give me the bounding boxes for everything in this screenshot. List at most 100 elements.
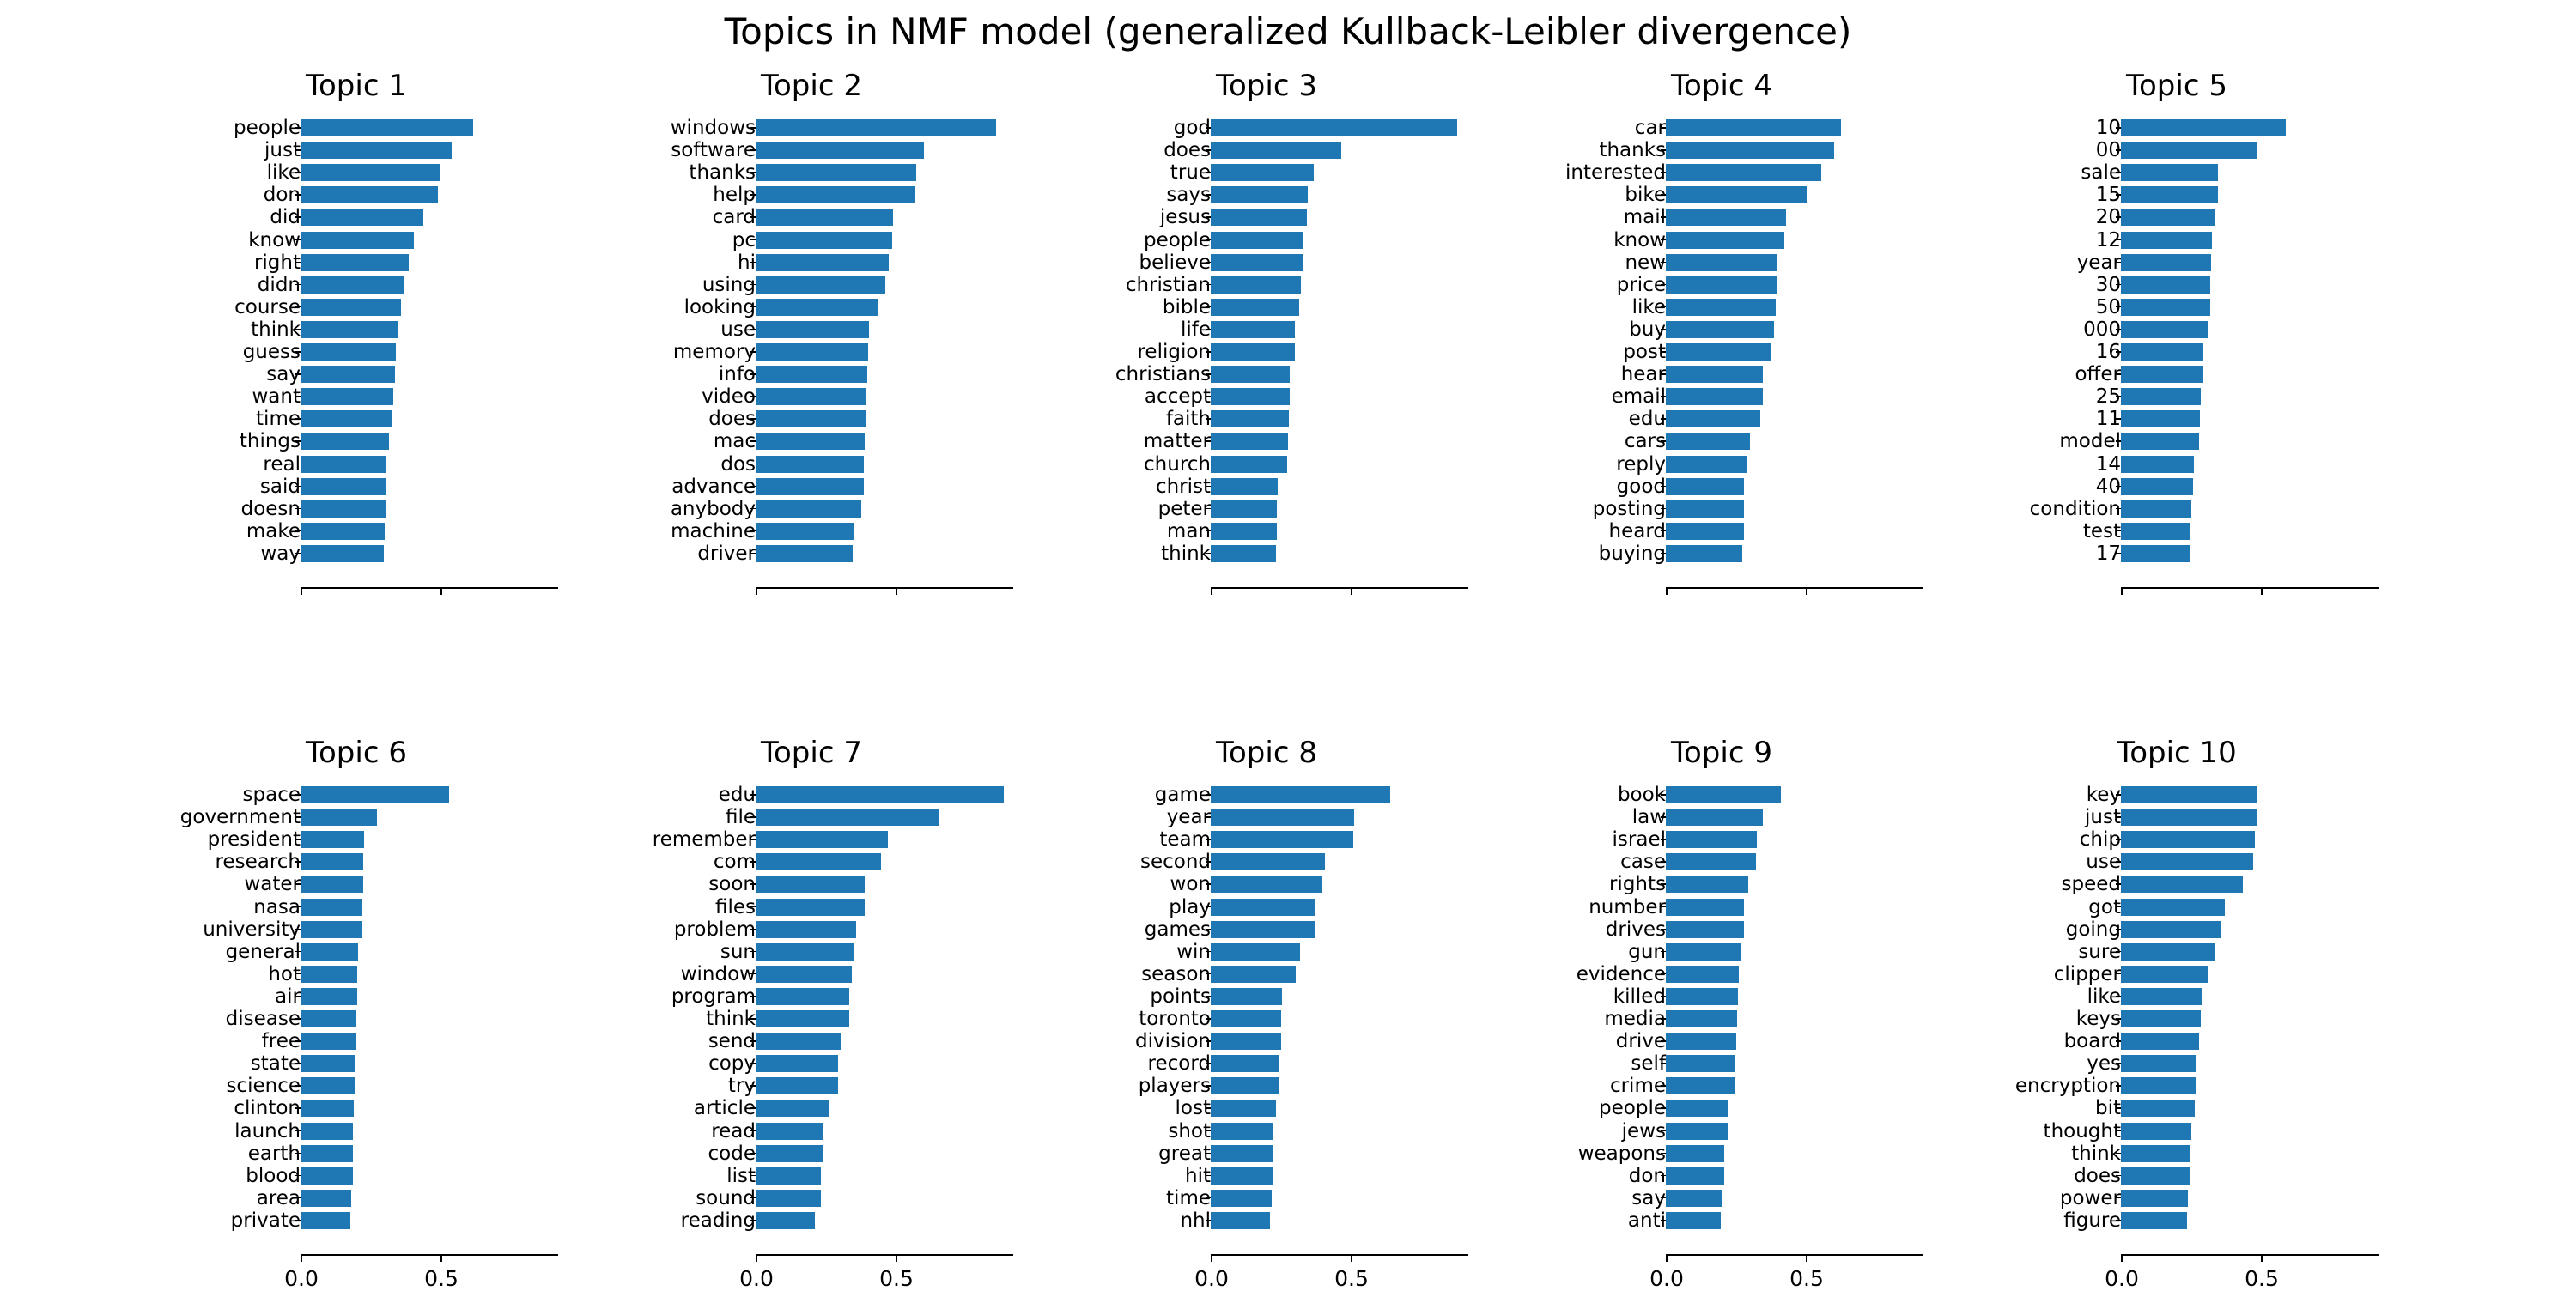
bar-row: time [129, 408, 584, 430]
bar-row: rights [1494, 873, 1949, 895]
bar [1211, 1055, 1279, 1073]
bar [756, 1211, 816, 1229]
bar-row: pc [584, 229, 1039, 252]
bar [301, 1010, 357, 1027]
bar-category-label: drives [1605, 918, 1666, 941]
bar-row: record [1039, 1052, 1494, 1075]
bar-row: mail [1494, 206, 1949, 228]
x-axis-line [1666, 587, 1923, 589]
bar-category-label: general [225, 940, 301, 963]
bar-row: program [584, 985, 1039, 1008]
bar-category-label: team [1159, 828, 1211, 852]
x-axis-line [301, 1254, 558, 1256]
bar [301, 477, 386, 495]
bar [1211, 433, 1288, 451]
bar-row: clinton [129, 1097, 584, 1119]
bar-category-label: encryption [2014, 1075, 2121, 1098]
bar [2121, 276, 2211, 294]
bar-row: 10 [1949, 117, 2404, 139]
bar-row: people [129, 117, 584, 139]
bar-category-label: matter [1143, 430, 1211, 453]
bar-category-label: advance [671, 475, 756, 498]
bar [1211, 343, 1295, 361]
bar [1211, 1122, 1274, 1140]
bar [1211, 500, 1278, 518]
bar [2121, 965, 2208, 983]
bar-category-label: game [1154, 784, 1211, 806]
bar-category-label: players [1138, 1075, 1211, 1098]
bar-category-label: new [1625, 251, 1666, 274]
subplot-title: Topic 10 [2117, 736, 2237, 770]
bar-row: read [584, 1120, 1039, 1143]
bar-row: win [1039, 941, 1494, 963]
bar [301, 119, 473, 136]
bar-row: model [1949, 430, 2404, 452]
bar [1666, 298, 1777, 316]
bar [301, 186, 438, 204]
bar-category-label: post [1623, 341, 1666, 363]
bar-row: players [1039, 1075, 1494, 1097]
bar-category-label: speed [2061, 873, 2121, 896]
bar [1211, 522, 1277, 540]
bar-category-label: cars [1624, 430, 1666, 453]
bar-category-label: toronto [1139, 1008, 1211, 1030]
bar-row: using [584, 274, 1039, 296]
bar-category-label: true [1170, 161, 1211, 185]
bar-row: help [584, 184, 1039, 206]
bar-category-label: program [671, 985, 756, 1008]
bar-category-label: memory [672, 341, 756, 363]
subplot-topic-1: Topic 1 people just like don did know right didn… [129, 67, 584, 595]
bar-row: state [129, 1052, 584, 1075]
x-tick-mark [1806, 587, 1808, 595]
bar-row: toronto [1039, 1008, 1494, 1030]
bar-row: christ [1039, 476, 1494, 498]
bar-category-label: time [1166, 1186, 1211, 1209]
bar [301, 1122, 354, 1140]
bar-category-label: great [1158, 1142, 1211, 1165]
subplot-topic-7: Topic 7 edu file remember com soon files proble… [584, 734, 1039, 1291]
bar [756, 231, 893, 249]
bar-category-label: video [702, 385, 756, 409]
bar-row: people [1494, 1097, 1949, 1119]
bar [1666, 544, 1743, 562]
bar-category-label: drive [1615, 1030, 1666, 1053]
bar [756, 809, 939, 827]
bar-row: anybody [584, 498, 1039, 520]
bar [1211, 898, 1315, 916]
bar-row: just [1949, 806, 2404, 828]
bar-row: 15 [1949, 184, 2404, 206]
bar-category-label: sound [696, 1186, 756, 1209]
bar [756, 987, 850, 1005]
bar-category-label: article [693, 1097, 756, 1120]
bar [2121, 920, 2221, 938]
bar [301, 500, 386, 518]
bar-category-label: bible [1162, 295, 1211, 318]
bar [1211, 142, 1341, 160]
bar-row: like [1949, 985, 2404, 1008]
bar [1666, 1055, 1735, 1073]
bar [301, 209, 424, 227]
bar-category-label: looking [683, 295, 756, 318]
bar [1666, 320, 1774, 338]
bar-row: nhl [1039, 1209, 1494, 1232]
bar [2121, 119, 2287, 136]
bar [2121, 1122, 2192, 1140]
bar-category-label: christ [1155, 475, 1211, 498]
bar [301, 298, 402, 316]
bar-row: division [1039, 1030, 1494, 1052]
bar [2121, 410, 2200, 428]
bar-row: test [1949, 520, 2404, 542]
bar [1666, 1211, 1721, 1229]
bar [756, 343, 869, 361]
bar-row: free [129, 1030, 584, 1052]
bar [2121, 876, 2243, 894]
bar [301, 1167, 353, 1185]
bar-category-label: nasa [253, 895, 301, 918]
x-axis-line [756, 587, 1013, 589]
bar-row: shot [1039, 1120, 1494, 1143]
bar-row: car [1494, 117, 1949, 139]
bar-category-label: games [1144, 918, 1211, 941]
bar-category-label: time [256, 408, 301, 431]
bar-row: self [1494, 1052, 1949, 1075]
bar-row: case [1494, 851, 1949, 873]
